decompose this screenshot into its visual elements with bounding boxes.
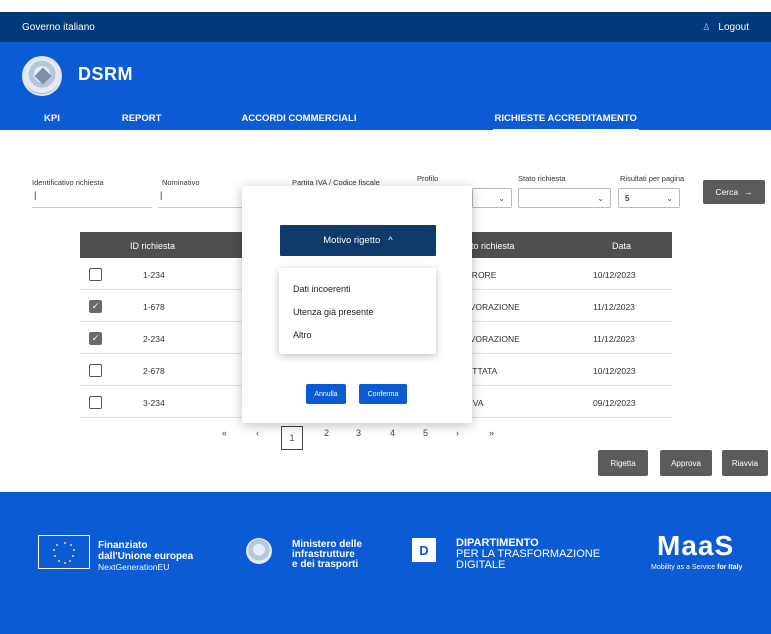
- col-id: ID richiesta: [130, 241, 176, 251]
- row-checkbox[interactable]: [89, 268, 102, 281]
- page-3-button[interactable]: 3: [356, 428, 361, 438]
- motivo-label: Motivo rigetto: [323, 235, 381, 246]
- mit-line3: e dei trasporti: [292, 559, 359, 570]
- eu-line3: NextGenerationEU: [98, 562, 170, 572]
- row-id: 3-234: [143, 398, 165, 408]
- page-4-button[interactable]: 4: [390, 428, 395, 438]
- filter-profilo-select[interactable]: ⌄: [472, 188, 512, 208]
- row-data: 11/12/2023: [593, 334, 635, 344]
- page-next-button[interactable]: ›: [456, 428, 459, 438]
- row-checkbox[interactable]: ✓: [89, 300, 102, 313]
- maas-sub1: Mobility as a Service: [651, 564, 716, 571]
- row-checkbox[interactable]: [89, 364, 102, 377]
- row-id: 2-678: [143, 366, 165, 376]
- filter-stato-select[interactable]: ⌄: [518, 188, 611, 208]
- chevron-down-icon: ⌄: [498, 193, 505, 203]
- riavvia-button[interactable]: Riavvia: [722, 450, 768, 476]
- eu-line1: Finanziato: [98, 540, 148, 551]
- row-data: 10/12/2023: [593, 366, 636, 376]
- filter-stato-label: Stato richiesta: [518, 174, 566, 183]
- eu-flag-icon: [38, 535, 90, 569]
- top-bar: Governo italiano ♙ Logout: [0, 12, 771, 42]
- mit-text: Ministero delle infrastrutture e dei tra…: [292, 540, 362, 570]
- motivo-options-list: Dati incoerenti Utenza già presente Altr…: [279, 268, 436, 354]
- row-id: 2-234: [143, 334, 165, 344]
- mit-emblem-icon: [246, 538, 272, 564]
- arrow-right-icon: →: [744, 187, 753, 197]
- tab-accordi-commerciali[interactable]: ACCORDI COMMERCIALI: [241, 106, 356, 130]
- chevron-down-icon: ⌄: [666, 193, 673, 203]
- republic-emblem-icon: [22, 56, 62, 96]
- footer: Finanziato dall'Unione europea NextGener…: [0, 492, 771, 634]
- col-stato: ato richiesta: [466, 241, 515, 251]
- dipartimento-logo-icon: D: [412, 538, 436, 562]
- chevron-up-icon: ^: [388, 235, 393, 246]
- rigetta-button[interactable]: Rigetta: [598, 450, 648, 476]
- motivo-rigetto-dropdown[interactable]: Motivo rigetto ^: [280, 225, 436, 256]
- dip-line3: DIGITALE: [456, 559, 506, 571]
- option-altro[interactable]: Altro: [293, 330, 312, 340]
- user-icon: ♙: [702, 22, 711, 32]
- annulla-button[interactable]: Annulla: [306, 384, 346, 404]
- maas-logo: MaaS: [657, 530, 735, 561]
- page-first-button[interactable]: «: [222, 428, 227, 438]
- row-data: 11/12/2023: [593, 302, 635, 312]
- filter-risultati-label: Risultati per pagina: [620, 174, 685, 183]
- filter-risultati-select[interactable]: 5 ⌄: [618, 188, 680, 208]
- row-id: 1-678: [143, 302, 165, 312]
- eu-line2: dall'Unione europea: [98, 551, 194, 562]
- chevron-down-icon: ⌄: [597, 193, 604, 203]
- cerca-button[interactable]: Cerca →: [703, 180, 765, 204]
- tab-kpi[interactable]: KPI: [44, 106, 60, 130]
- page-2-button[interactable]: 2: [324, 428, 329, 438]
- eu-funding-text: Finanziato dall'Unione europea NextGener…: [98, 540, 193, 573]
- row-id: 1-234: [143, 270, 165, 280]
- filter-nominativo-label: Nominativo: [162, 178, 200, 187]
- page-5-button[interactable]: 5: [423, 428, 428, 438]
- option-dati-incoerenti[interactable]: Dati incoerenti: [293, 284, 351, 294]
- header: DSRM KPI REPORT ACCORDI COMMERCIALI RICH…: [0, 42, 771, 132]
- logout-label: Logout: [718, 21, 749, 33]
- logout-button[interactable]: ♙ Logout: [702, 22, 749, 33]
- row-data: 09/12/2023: [593, 398, 636, 408]
- maas-sub2: for Italy: [717, 564, 743, 571]
- filter-profilo-label: Profilo: [417, 174, 439, 183]
- option-utenza-gia-presente[interactable]: Utenza già presente: [293, 307, 374, 317]
- cerca-label: Cerca: [715, 187, 739, 197]
- page-prev-button[interactable]: ‹: [256, 428, 259, 438]
- main-nav: KPI REPORT ACCORDI COMMERCIALI RICHIESTE…: [0, 106, 640, 132]
- gov-label: Governo italiano: [22, 21, 95, 33]
- page-last-button[interactable]: »: [489, 428, 494, 438]
- approva-button[interactable]: Approva: [660, 450, 712, 476]
- maas-tagline: Mobility as a Service for Italy: [651, 564, 742, 571]
- filter-id-input[interactable]: |: [32, 190, 152, 208]
- col-data: Data: [612, 241, 632, 251]
- conferma-button[interactable]: Conferma: [359, 384, 407, 404]
- tab-richieste-accreditamento[interactable]: RICHIESTE ACCREDITAMENTO: [492, 106, 640, 132]
- dipartimento-text: DIPARTIMENTO PER LA TRASFORMAZIONE DIGIT…: [456, 538, 600, 571]
- risultati-value: 5: [625, 193, 630, 203]
- page-1-button[interactable]: 1: [281, 426, 303, 450]
- row-data: 10/12/2023: [593, 270, 636, 280]
- row-checkbox[interactable]: ✓: [89, 332, 102, 345]
- tab-report[interactable]: REPORT: [122, 106, 162, 130]
- reject-modal: Motivo rigetto ^ Dati incoerenti Utenza …: [242, 186, 472, 423]
- filter-id-label: Identificativo richiesta: [32, 178, 104, 187]
- brand-title: DSRM: [78, 64, 133, 84]
- row-checkbox[interactable]: [89, 396, 102, 409]
